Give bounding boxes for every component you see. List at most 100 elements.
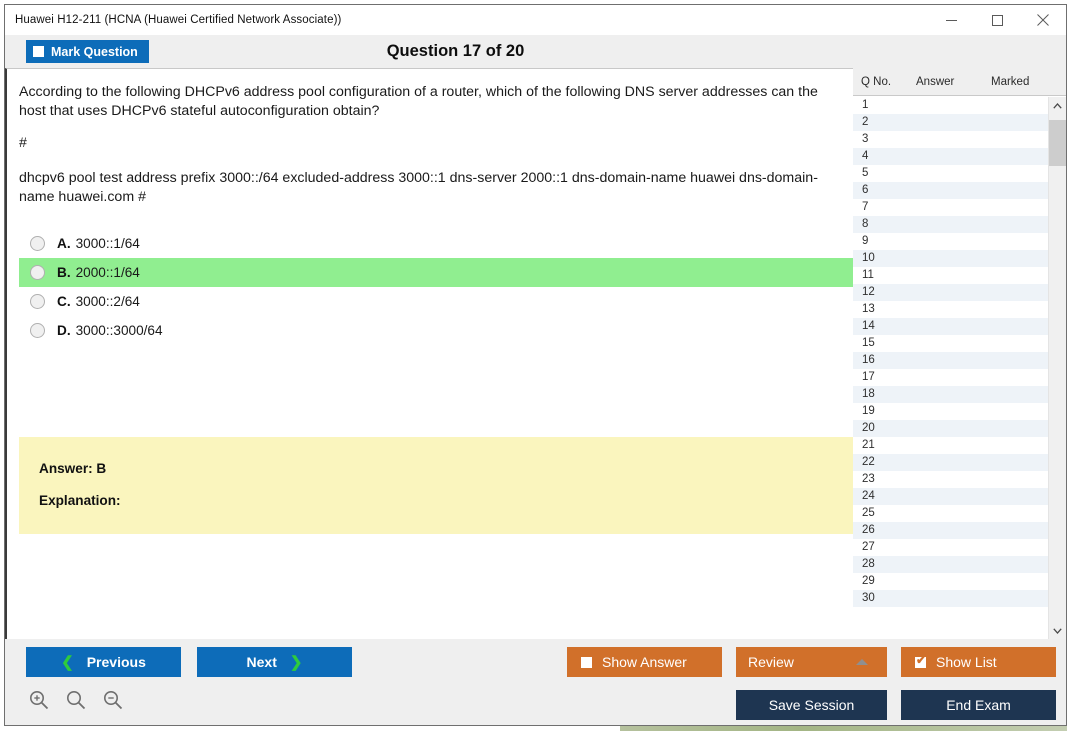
zoom-reset-icon[interactable]	[63, 687, 89, 713]
mark-question-button[interactable]: Mark Question	[26, 40, 149, 63]
question-list-row[interactable]: 3	[853, 131, 1048, 148]
question-list-row[interactable]: 1	[853, 97, 1048, 114]
column-header-answer: Answer	[916, 75, 955, 88]
window-bottom-edge	[620, 726, 1067, 731]
question-list-row[interactable]: 7	[853, 199, 1048, 216]
next-button[interactable]: Next ❯	[197, 647, 352, 677]
question-list-row[interactable]: 15	[853, 335, 1048, 352]
mark-question-label: Mark Question	[51, 44, 138, 59]
chevron-up-icon[interactable]	[1049, 97, 1066, 114]
question-list-row[interactable]: 17	[853, 369, 1048, 386]
check-icon: ✔	[916, 652, 927, 667]
question-list-row[interactable]: 30	[853, 590, 1048, 607]
review-label: Review	[748, 654, 794, 670]
question-prompt: According to the following DHCPv6 addres…	[19, 84, 818, 119]
previous-button[interactable]: ❮ Previous	[26, 647, 181, 677]
maximize-icon[interactable]	[974, 5, 1020, 35]
save-session-label: Save Session	[768, 697, 855, 713]
question-list-row[interactable]: 20	[853, 420, 1048, 437]
show-answer-label: Show Answer	[602, 654, 687, 670]
option-letter-d: D.	[57, 322, 71, 338]
question-body: According to the following DHCPv6 addres…	[7, 69, 853, 345]
chevron-down-icon[interactable]	[1049, 622, 1066, 639]
zoom-in-icon[interactable]	[26, 687, 52, 713]
question-list-row[interactable]: 2	[853, 114, 1048, 131]
question-list-row[interactable]: 18	[853, 386, 1048, 403]
question-list-row[interactable]: 13	[853, 301, 1048, 318]
question-list-row[interactable]: 6	[853, 182, 1048, 199]
window-titlebar: Huawei H12-211 (HCNA (Huawei Certified N…	[5, 5, 1066, 35]
minimize-icon[interactable]	[928, 5, 974, 35]
scrollbar-track[interactable]	[1049, 114, 1066, 622]
question-separator: #	[19, 135, 27, 152]
question-list-row[interactable]: 23	[853, 471, 1048, 488]
review-dropdown-button[interactable]: Review	[736, 647, 887, 677]
show-list-label: Show List	[936, 654, 997, 670]
option-row-a[interactable]: A. 3000::1/64	[19, 229, 841, 258]
option-row-c[interactable]: C. 3000::2/64	[19, 287, 841, 316]
option-radio-b[interactable]	[30, 264, 45, 280]
bottom-toolbar: ❮ Previous Next ❯ Show Answer Review ✔ S…	[5, 639, 1066, 725]
next-label: Next	[246, 654, 277, 670]
question-list-row[interactable]: 29	[853, 573, 1048, 590]
question-list-row[interactable]: 28	[853, 556, 1048, 573]
explanation-label: Explanation:	[39, 493, 121, 508]
question-list-scroll-area: 1 2 3 4 5 6 7 8 9 10 11 12 13 14 15 16 17 18 19 20 21 22 23 24 2…	[853, 96, 1066, 639]
scrollbar-thumb[interactable]	[1049, 120, 1066, 166]
question-list-row[interactable]: 8	[853, 216, 1048, 233]
chevron-right-icon: ❯	[289, 653, 303, 671]
question-list-rows: 1 2 3 4 5 6 7 8 9 10 11 12 13 14 15 16 17 18 19 20 21 22 23 24 2…	[853, 97, 1048, 639]
end-exam-label: End Exam	[946, 697, 1011, 713]
close-icon[interactable]	[1020, 5, 1066, 35]
option-letter-c: C.	[57, 293, 71, 309]
options-list: A. 3000::1/64 B. 2000::1/64 C. 3000::2/6…	[19, 229, 853, 345]
option-radio-c[interactable]	[30, 293, 45, 309]
question-list-row[interactable]: 16	[853, 352, 1048, 369]
column-header-qno: Q No.	[861, 75, 892, 88]
mark-question-checkbox[interactable]	[33, 46, 44, 57]
question-list-row[interactable]: 11	[853, 267, 1048, 284]
question-list-row[interactable]: 21	[853, 437, 1048, 454]
question-list-row[interactable]: 27	[853, 539, 1048, 556]
show-answer-button[interactable]: Show Answer	[567, 647, 722, 677]
question-list-row[interactable]: 12	[853, 284, 1048, 301]
option-letter-a: A.	[57, 235, 71, 251]
question-list-row[interactable]: 14	[853, 318, 1048, 335]
chevron-left-icon: ❮	[61, 653, 74, 671]
question-counter: Question 17 of 20	[386, 42, 525, 60]
option-text-d: 3000::3000/64	[75, 322, 163, 338]
window-controls	[928, 5, 1066, 35]
option-text-a: 3000::1/64	[75, 235, 140, 251]
column-header-marked: Marked	[991, 75, 1030, 88]
zoom-toolbar	[26, 687, 126, 713]
question-list-header: Q No. Answer Marked	[853, 68, 1066, 96]
question-list-row[interactable]: 10	[853, 250, 1048, 267]
option-radio-d[interactable]	[30, 322, 45, 338]
question-list-pane: Q No. Answer Marked 1 2 3 4 5 6 7 8 9 10 11 12 13 14 1…	[853, 68, 1066, 639]
end-exam-button[interactable]: End Exam	[901, 690, 1056, 720]
question-pane: According to the following DHCPv6 addres…	[5, 68, 853, 639]
zoom-out-icon[interactable]	[100, 687, 126, 713]
question-list-row[interactable]: 26	[853, 522, 1048, 539]
option-text-c: 3000::2/64	[75, 293, 140, 309]
show-list-checkbox[interactable]: ✔	[915, 652, 927, 668]
main-area: According to the following DHCPv6 addres…	[5, 68, 1066, 639]
window-title: Huawei H12-211 (HCNA (Huawei Certified N…	[15, 14, 342, 26]
option-letter-b: B.	[57, 264, 71, 280]
exam-header-bar: Mark Question Question 17 of 20	[5, 35, 1066, 68]
question-list-row[interactable]: 25	[853, 505, 1048, 522]
question-list-row[interactable]: 9	[853, 233, 1048, 250]
option-row-b[interactable]: B. 2000::1/64	[19, 257, 853, 287]
question-list-scrollbar[interactable]	[1048, 97, 1066, 639]
question-list-row[interactable]: 24	[853, 488, 1048, 505]
question-list-row[interactable]: 19	[853, 403, 1048, 420]
question-list-row[interactable]: 4	[853, 148, 1048, 165]
show-answer-checkbox[interactable]	[581, 656, 592, 668]
question-list-row[interactable]: 5	[853, 165, 1048, 182]
option-row-d[interactable]: D. 3000::3000/64	[19, 316, 841, 345]
question-config-block: dhcpv6 pool test address prefix 3000::/6…	[19, 170, 818, 205]
show-list-button[interactable]: ✔ Show List	[901, 647, 1056, 677]
option-radio-a[interactable]	[30, 235, 45, 251]
question-list-row[interactable]: 22	[853, 454, 1048, 471]
save-session-button[interactable]: Save Session	[736, 690, 887, 720]
